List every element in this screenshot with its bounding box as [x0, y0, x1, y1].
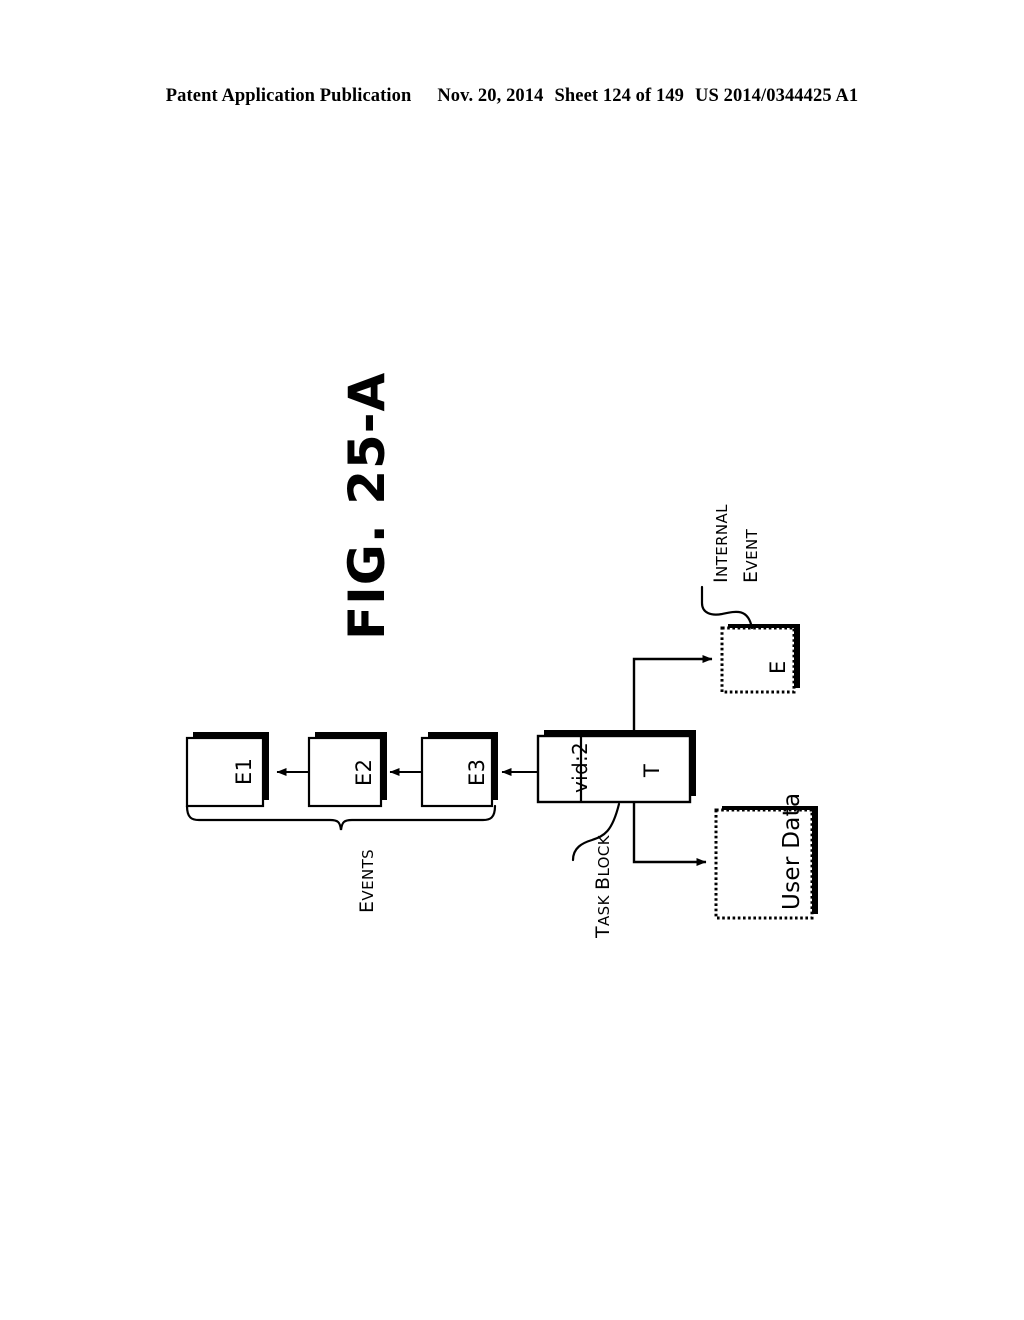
event-box-e2-label: E2 — [352, 758, 376, 786]
events-brace — [185, 804, 497, 831]
internal-annotation: INTERNAL — [710, 504, 732, 583]
events-annotation: EVENTS — [356, 849, 378, 913]
internal-event-box-label: E — [766, 660, 790, 674]
user-data-box-label: User Data — [779, 792, 805, 910]
task-block-vid-label: vid:2 — [568, 741, 592, 793]
task-block-annotation-rest-a: ASK — [595, 889, 613, 926]
task-block-task-label: T — [640, 763, 664, 777]
task-block-annotation-rest-b: LOCK — [595, 835, 613, 877]
events-annotation-rest: VENTS — [359, 848, 377, 901]
events-annotation-first: E — [356, 900, 378, 913]
arrow-task-to-internal-event — [632, 655, 713, 736]
figure-vector-layer — [185, 585, 818, 920]
internal-event-annotation-rest: VENT — [743, 528, 761, 571]
task-block-annotation-first-a: T — [592, 925, 614, 938]
internal-event-box — [720, 624, 800, 694]
event-box-e1 — [185, 732, 269, 808]
event-box-e1-label: E1 — [232, 757, 256, 785]
internal-event-leader-line — [700, 585, 754, 630]
figure-canvas: FIG. 25-A E1 E2 E3 vid:2 T E User Data E… — [0, 0, 1024, 1320]
arrow-task-to-user-data — [632, 802, 707, 866]
internal-annotation-rest: NTERNAL — [713, 504, 731, 577]
internal-event-annotation: EVENT — [740, 529, 762, 583]
task-block-annotation: TASK BLOCK — [592, 835, 614, 938]
figure-title-text: FIG. 25-A — [338, 371, 396, 640]
internal-annotation-first: I — [710, 576, 732, 583]
task-block-group — [536, 730, 696, 804]
event-box-e3-label: E3 — [465, 758, 489, 786]
internal-event-annotation-first: E — [740, 570, 762, 583]
task-block-annotation-first-b: B — [592, 876, 614, 890]
figure-title: FIG. 25-A — [338, 372, 396, 640]
